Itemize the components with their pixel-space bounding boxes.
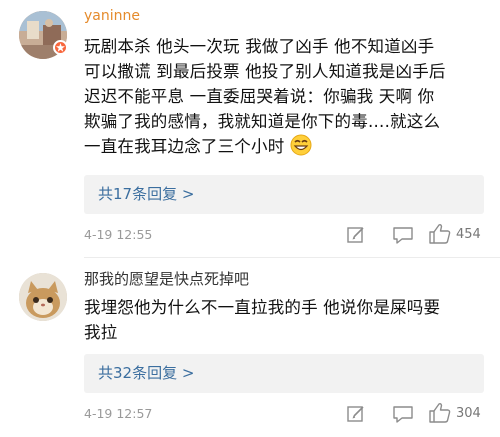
comment-text: 我埋怨他为什么不一直拉我的手 他说你是屎吗要 我拉 xyxy=(84,295,494,345)
comment-text-line: 一直在我耳边念了三个小时 xyxy=(84,134,494,163)
comment-list: yaninne 玩剧本杀 他头一次玩 我做了凶手 他不知道凶手 可以撒谎 到最后… xyxy=(0,0,500,437)
comment-date: 4-19 xyxy=(84,406,113,421)
grinning-emoji xyxy=(290,134,312,163)
comment-time: 12:55 xyxy=(116,227,153,242)
avatar[interactable] xyxy=(19,273,67,321)
comment-date: 4-19 xyxy=(84,227,113,242)
username[interactable]: 那我的愿望是快点死掉吧 xyxy=(84,268,249,289)
view-replies-button[interactable]: 共32条回复 > xyxy=(84,354,484,393)
comment-item: yaninne 玩剧本杀 他头一次玩 我做了凶手 他不知道凶手 可以撒谎 到最后… xyxy=(0,0,500,258)
username[interactable]: yaninne xyxy=(84,8,140,24)
comment-text-line: 玩剧本杀 他头一次玩 我做了凶手 他不知道凶手 xyxy=(84,37,435,56)
comment-icon[interactable] xyxy=(392,404,414,424)
comment-text: 玩剧本杀 他头一次玩 我做了凶手 他不知道凶手 可以撒谎 到最后投票 他投了别人… xyxy=(84,34,494,163)
like-count: 304 xyxy=(456,406,481,421)
view-replies-button[interactable]: 共17条回复 > xyxy=(84,175,484,214)
comment-item: 那我的愿望是快点死掉吧 我埋怨他为什么不一直拉我的手 他说你是屎吗要 我拉 共3… xyxy=(0,258,500,437)
like-icon[interactable] xyxy=(428,223,452,245)
comment-time: 12:57 xyxy=(116,406,153,421)
comment-text-line: 我拉 xyxy=(84,323,118,342)
comment-icon[interactable] xyxy=(392,225,414,245)
comment-timestamp: 4-19 12:55 xyxy=(84,227,152,242)
edit-icon[interactable] xyxy=(346,404,366,424)
comment-timestamp: 4-19 12:57 xyxy=(84,406,152,421)
like-count: 454 xyxy=(456,227,481,242)
comment-text-line: 迟迟不能平息 一直委屈哭着说：你骗我 天啊 你 xyxy=(84,87,435,106)
comment-text-line: 可以撒谎 到最后投票 他投了别人知道我是凶手后 xyxy=(84,62,446,81)
comment-text-line: 欺骗了我的感情，我就知道是你下的毒….就这么 xyxy=(84,112,441,131)
comment-text-segment: 一直在我耳边念了三个小时 xyxy=(84,137,285,156)
verified-badge-icon xyxy=(53,40,68,55)
like-icon[interactable] xyxy=(428,402,452,424)
comment-text-line: 我埋怨他为什么不一直拉我的手 他说你是屎吗要 xyxy=(84,298,441,317)
edit-icon[interactable] xyxy=(346,225,366,245)
